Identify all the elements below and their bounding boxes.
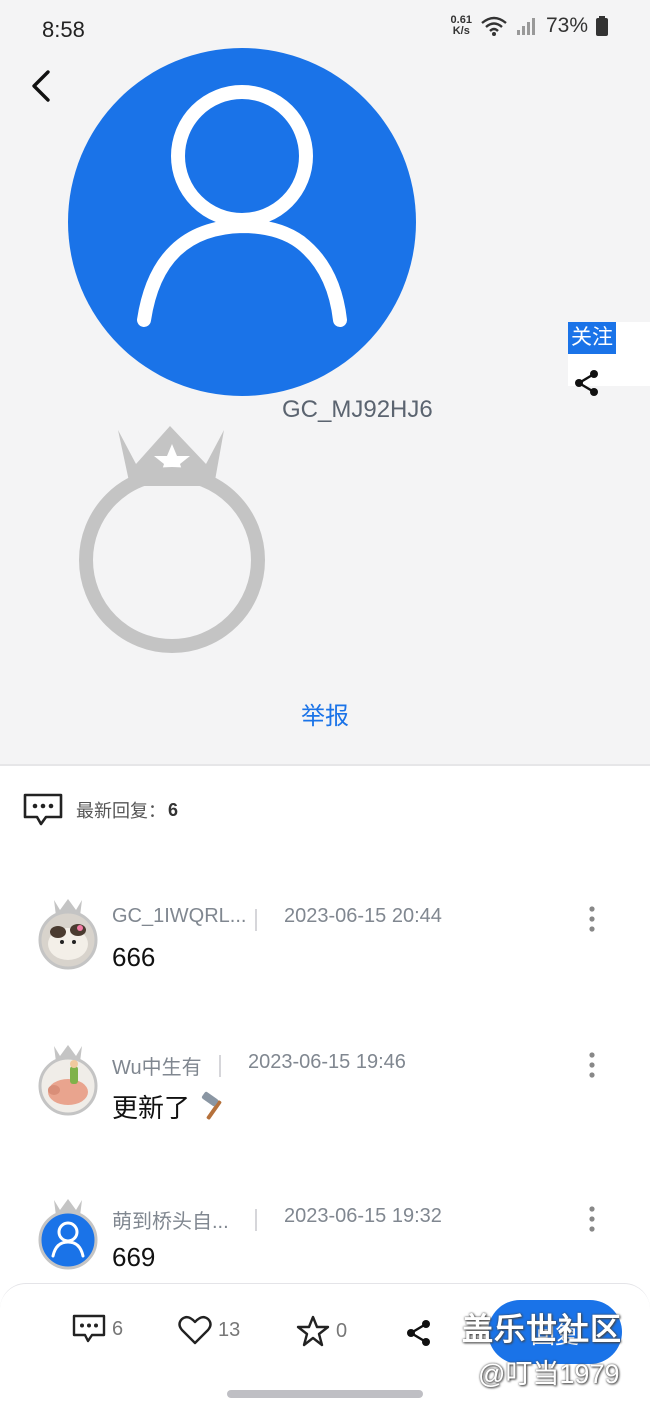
comment-separator [255,909,257,931]
more-options-icon[interactable] [578,904,606,934]
status-icons: 0.61 K/s 73% [451,14,608,38]
like-count: 13 [218,1318,241,1341]
latest-replies-label: 最新回复： [76,801,166,821]
crown-ring-badge-icon [79,426,265,653]
latest-replies-count: 6 [168,799,179,820]
signal-icon [516,18,535,35]
comment-text: 更新了 [112,1088,230,1125]
comment-count-button[interactable]: 6 [72,1314,123,1344]
report-link[interactable]: 举报 [0,696,650,731]
comment-item[interactable]: GC_1IWQRL... 2023-06-15 20:44 666 [0,898,650,1018]
battery-icon [596,16,608,36]
comment-separator [219,1055,221,1077]
comment-item[interactable]: Wu中生有 2023-06-15 19:46 更新了 [0,1044,650,1164]
more-options-icon[interactable] [578,1050,606,1080]
default-user-avatar-icon [38,1199,98,1270]
more-options-icon[interactable] [578,1204,606,1234]
comment-body: 669 [112,1242,156,1272]
network-speed-unit: K/s [452,25,470,37]
follow-panel: 关注 [568,322,650,396]
comment-count: 6 [112,1317,124,1340]
battery-level: 73% [545,14,588,37]
watermark-title: 盖乐世社区 [462,1312,622,1347]
like-button[interactable]: 13 [178,1314,240,1346]
wifi-icon [481,16,507,36]
share-icon[interactable] [572,368,602,398]
star-icon [296,1315,330,1347]
comment-date: 2023-06-15 20:44 [284,905,442,927]
favorite-count: 0 [336,1319,348,1342]
section-divider [0,764,650,766]
comment-text: 666 [112,942,155,973]
status-time: 8:58 [42,17,85,42]
home-indicator[interactable] [227,1390,423,1398]
comment-body: 更新了 [112,1093,191,1123]
comment-author[interactable]: GC_1IWQRL... [112,905,246,928]
hammer-emoji-icon [201,1091,222,1120]
hamster-avatar-icon [38,899,98,970]
network-speed: 0.61 K/s [451,15,472,37]
follow-button[interactable]: 关注 [568,322,616,354]
comment-separator [255,1209,257,1231]
comment-body: 666 [112,942,156,972]
watermark-author: @叮当1979 [478,1359,620,1389]
share-icon[interactable] [404,1318,434,1348]
user-icon [137,85,347,327]
pig-avatar-icon [38,1045,98,1116]
comment-date: 2023-06-15 19:46 [248,1051,406,1073]
comment-bubble-icon [72,1314,106,1343]
profile-avatar [68,48,416,396]
back-arrow-icon[interactable] [24,66,64,106]
comment-date: 2023-06-15 19:32 [284,1205,442,1227]
comment-author[interactable]: Wu中生有 [112,1051,202,1080]
latest-replies-header: 最新回复： 6 [22,792,178,828]
comment-bubble-icon [23,793,63,826]
profile-username: GC_MJ92HJ6 [282,396,433,423]
favorite-button[interactable]: 0 [296,1314,347,1348]
comment-author[interactable]: 萌到桥头自... [112,1205,229,1234]
heart-icon [178,1315,212,1345]
comment-text: 669 [112,1242,155,1273]
